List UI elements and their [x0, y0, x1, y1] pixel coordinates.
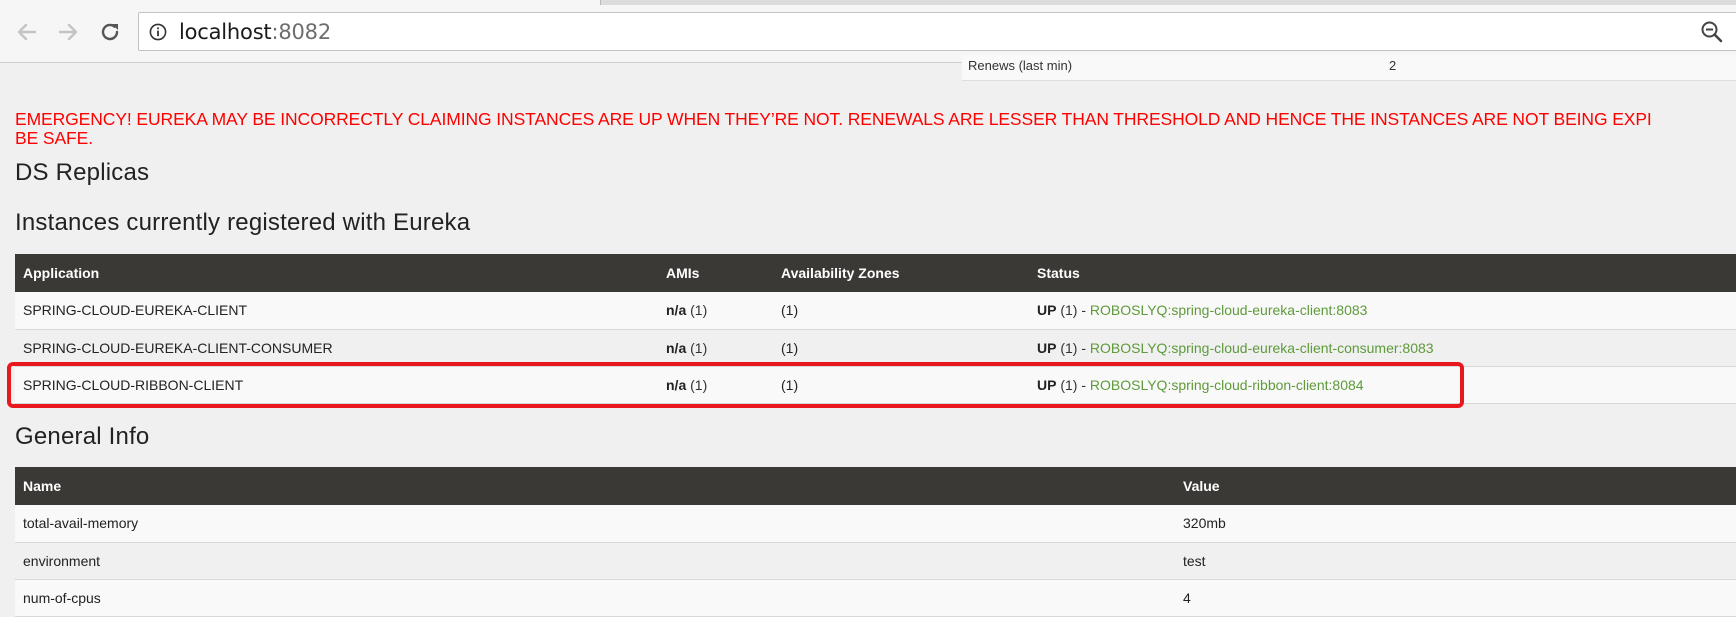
forward-button[interactable]: [53, 17, 83, 47]
info-name: total-avail-memory: [15, 505, 1175, 543]
browser-toolbar: localhost:8082: [0, 0, 1736, 63]
status-value: UP: [1037, 339, 1057, 356]
application-name: SPRING-CLOUD-EUREKA-CLIENT: [15, 292, 658, 330]
general-info-title: General Info: [15, 423, 150, 450]
col-header-status: Status: [1029, 254, 1736, 292]
instance-link[interactable]: ROBOSLYQ:spring-cloud-eureka-client-cons…: [1090, 340, 1434, 356]
col-header-value: Value: [1175, 467, 1736, 505]
table-row: SPRING-CLOUD-RIBBON-CLIENT n/a (1) (1) U…: [15, 366, 1736, 404]
url-text[interactable]: localhost:8082: [179, 21, 331, 43]
status-value: UP: [1037, 376, 1057, 393]
status-value: UP: [1037, 302, 1057, 319]
instance-link[interactable]: ROBOSLYQ:spring-cloud-eureka-client:8083: [1090, 302, 1368, 318]
zoom-out-icon[interactable]: [1700, 20, 1724, 44]
ds-replicas-title: DS Replicas: [15, 159, 150, 186]
status-cell: UP (1) - ROBOSLYQ:spring-cloud-eureka-cl…: [1029, 329, 1736, 367]
amis-value: n/a: [666, 376, 687, 393]
info-name: num-of-cpus: [15, 579, 1175, 617]
amis-count: (1): [686, 339, 708, 356]
general-info-table: Name Value total-avail-memory 320mb envi…: [15, 467, 1736, 617]
application-name: SPRING-CLOUD-EUREKA-CLIENT-CONSUMER: [15, 329, 658, 367]
instances-table: Application AMIs Availability Zones Stat…: [15, 254, 1736, 404]
system-status-row: Renews (last min) 2: [962, 55, 1736, 81]
amis-cell: n/a (1): [658, 292, 773, 330]
table-row: total-avail-memory 320mb: [15, 505, 1736, 543]
amis-cell: n/a (1): [658, 329, 773, 367]
url-port: :8082: [271, 20, 331, 44]
table-row: SPRING-CLOUD-EUREKA-CLIENT-CONSUMER n/a …: [15, 329, 1736, 367]
application-name: SPRING-CLOUD-RIBBON-CLIENT: [15, 366, 658, 404]
info-value: 4: [1175, 579, 1736, 617]
status-count: (1) -: [1056, 339, 1090, 356]
table-row: num-of-cpus 4: [15, 579, 1736, 617]
status-cell: UP (1) - ROBOSLYQ:spring-cloud-ribbon-cl…: [1029, 366, 1736, 404]
zones-cell: (1): [773, 329, 1029, 367]
col-header-zones: Availability Zones: [773, 254, 1029, 292]
table-header-row: Application AMIs Availability Zones Stat…: [15, 254, 1736, 292]
info-icon[interactable]: [149, 23, 167, 41]
reload-icon: [101, 23, 119, 41]
amis-count: (1): [686, 376, 708, 393]
amis-value: n/a: [666, 302, 687, 319]
amis-count: (1): [686, 302, 708, 319]
reload-button[interactable]: [95, 17, 125, 47]
emergency-line-1: EMERGENCY! EUREKA MAY BE INCORRECTLY CLA…: [15, 109, 1652, 129]
col-header-name: Name: [15, 467, 1175, 505]
table-row: SPRING-CLOUD-EUREKA-CLIENT n/a (1) (1) U…: [15, 292, 1736, 330]
forward-arrow-icon: [58, 23, 78, 41]
renews-label: Renews (last min): [968, 58, 1073, 73]
instances-title: Instances currently registered with Eure…: [15, 209, 471, 236]
back-arrow-icon: [17, 23, 37, 41]
amis-cell: n/a (1): [658, 366, 773, 404]
instance-link[interactable]: ROBOSLYQ:spring-cloud-ribbon-client:8084: [1090, 377, 1364, 393]
zones-cell: (1): [773, 366, 1029, 404]
info-name: environment: [15, 542, 1175, 580]
col-header-amis: AMIs: [658, 254, 773, 292]
table-header-row: Name Value: [15, 467, 1736, 505]
back-button[interactable]: [12, 17, 42, 47]
info-value: 320mb: [1175, 505, 1736, 543]
info-value: test: [1175, 542, 1736, 580]
tab-strip: [0, 0, 1736, 5]
status-cell: UP (1) - ROBOSLYQ:spring-cloud-eureka-cl…: [1029, 292, 1736, 330]
emergency-warning: EMERGENCY! EUREKA MAY BE INCORRECTLY CLA…: [15, 110, 1735, 148]
amis-value: n/a: [666, 339, 687, 356]
active-tab[interactable]: [0, 0, 601, 5]
url-host: localhost: [179, 20, 272, 44]
status-count: (1) -: [1056, 376, 1090, 393]
address-bar[interactable]: localhost:8082: [138, 12, 1736, 51]
col-header-application: Application: [15, 254, 658, 292]
zones-cell: (1): [773, 292, 1029, 330]
emergency-line-2: BE SAFE.: [15, 128, 93, 148]
status-count: (1) -: [1056, 302, 1090, 319]
renews-value: 2: [1389, 58, 1397, 73]
table-row: environment test: [15, 542, 1736, 580]
